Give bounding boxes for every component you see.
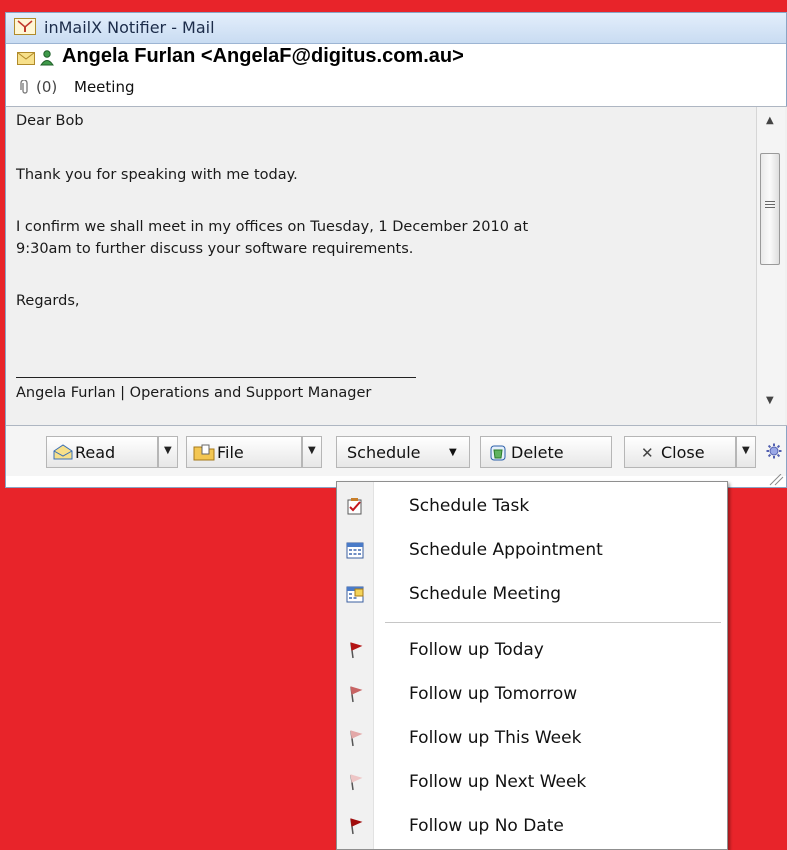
flag-shape <box>350 818 363 827</box>
menu-item-follow-up-this-week[interactable]: Follow up This Week <box>337 718 727 758</box>
read-button[interactable]: Read <box>46 436 158 468</box>
vertical-scrollbar[interactable]: ▲ ▼ <box>756 107 785 425</box>
body-line: Dear Bob <box>16 113 84 129</box>
close-label: Close <box>661 443 705 462</box>
schedule-button[interactable]: Schedule ▼ <box>336 436 470 468</box>
flag-icon <box>350 642 363 659</box>
menu-item-label: Schedule Task <box>409 496 530 516</box>
menu-item-schedule-task[interactable]: Schedule Task <box>337 486 727 526</box>
flag-icon <box>350 686 363 703</box>
file-label: File <box>217 443 244 462</box>
menu-item-label: Schedule Meeting <box>409 584 562 604</box>
scroll-up-arrow-icon[interactable]: ▲ <box>766 115 774 126</box>
menu-item-schedule-meeting[interactable]: Schedule Meeting <box>337 574 727 614</box>
menu-separator <box>385 622 721 623</box>
scroll-thumb[interactable] <box>760 153 780 265</box>
flag-shape <box>350 642 363 651</box>
menu-item-follow-up-next-week[interactable]: Follow up Next Week <box>337 762 727 802</box>
sender[interactable]: Angela Furlan <AngelaF@digitus.com.au> <box>62 45 464 68</box>
read-dropdown-button[interactable]: ▼ <box>158 436 178 468</box>
close-button[interactable]: ✕ Close <box>624 436 736 468</box>
resize-grip-icon[interactable] <box>768 474 784 486</box>
caret-down-icon: ▼ <box>308 445 316 456</box>
toolbar: Read ▼ File ▼ Schedule ▼ Delete ✕ Close … <box>6 426 786 476</box>
flag-icon <box>350 818 363 835</box>
paperclip-icon <box>20 80 28 94</box>
delete-label: Delete <box>511 443 564 462</box>
caret-down-icon: ▼ <box>742 445 750 456</box>
file-button[interactable]: File <box>186 436 302 468</box>
menu-item-follow-up-tomorrow[interactable]: Follow up Tomorrow <box>337 674 727 714</box>
signature-line: Angela Furlan | Operations and Support M… <box>16 385 372 401</box>
flag-shape <box>350 774 363 783</box>
task-icon <box>347 498 362 515</box>
caret-down-icon: ▼ <box>164 445 172 456</box>
file-folder-icon <box>193 444 215 461</box>
open-envelope-icon <box>53 444 73 460</box>
menu-item-follow-up-no-date[interactable]: Follow up No Date <box>337 806 727 846</box>
window-title: inMailX Notifier - Mail <box>44 18 215 37</box>
flag-shape <box>350 686 363 695</box>
menu-item-label: Follow up No Date <box>409 816 564 836</box>
menu-item-label: Follow up Tomorrow <box>409 684 578 704</box>
delete-button[interactable]: Delete <box>480 436 612 468</box>
menu-item-label: Schedule Appointment <box>409 540 603 560</box>
flag-shape <box>350 730 363 739</box>
from-row: Angela Furlan <AngelaF@digitus.com.au> <box>6 44 786 72</box>
attachment-count: (0) <box>36 78 58 96</box>
menu-item-schedule-appointment[interactable]: Schedule Appointment <box>337 530 727 570</box>
signature-divider <box>16 377 416 378</box>
close-dropdown-button[interactable]: ▼ <box>736 436 756 468</box>
body-line: Regards, <box>16 293 80 309</box>
app-icon <box>14 18 36 35</box>
close-icon: ✕ <box>641 444 654 462</box>
scroll-down-arrow-icon[interactable]: ▼ <box>766 395 774 406</box>
menu-item-label: Follow up Next Week <box>409 772 587 792</box>
file-dropdown-button[interactable]: ▼ <box>302 436 322 468</box>
read-label: Read <box>75 443 116 462</box>
envelope-icon <box>17 52 35 65</box>
schedule-label: Schedule <box>347 443 421 462</box>
menu-item-label: Follow up Today <box>409 640 544 660</box>
flag-icon <box>350 730 363 747</box>
calendar-icon <box>346 542 364 559</box>
subject: Meeting <box>74 78 135 96</box>
grip-icon <box>765 201 775 210</box>
message-body[interactable]: Dear Bob Thank you for speaking with me … <box>6 106 787 426</box>
body-line: I confirm we shall meet in my offices on… <box>16 219 529 235</box>
title-bar[interactable]: inMailX Notifier - Mail <box>6 13 786 44</box>
gear-icon[interactable] <box>766 443 782 459</box>
meeting-icon <box>346 586 364 603</box>
trash-icon <box>490 445 506 461</box>
flag-icon <box>350 774 363 791</box>
body-line: 9:30am to further discuss your software … <box>16 241 414 257</box>
menu-item-label: Follow up This Week <box>409 728 582 748</box>
subject-row: (0) Meeting <box>6 73 786 101</box>
contact-icon <box>40 50 54 66</box>
menu-item-follow-up-today[interactable]: Follow up Today <box>337 630 727 670</box>
schedule-menu: Schedule Task Schedule Appointment Sched… <box>336 481 728 850</box>
body-line: Thank you for speaking with me today. <box>16 167 298 183</box>
caret-down-icon: ▼ <box>449 447 457 458</box>
